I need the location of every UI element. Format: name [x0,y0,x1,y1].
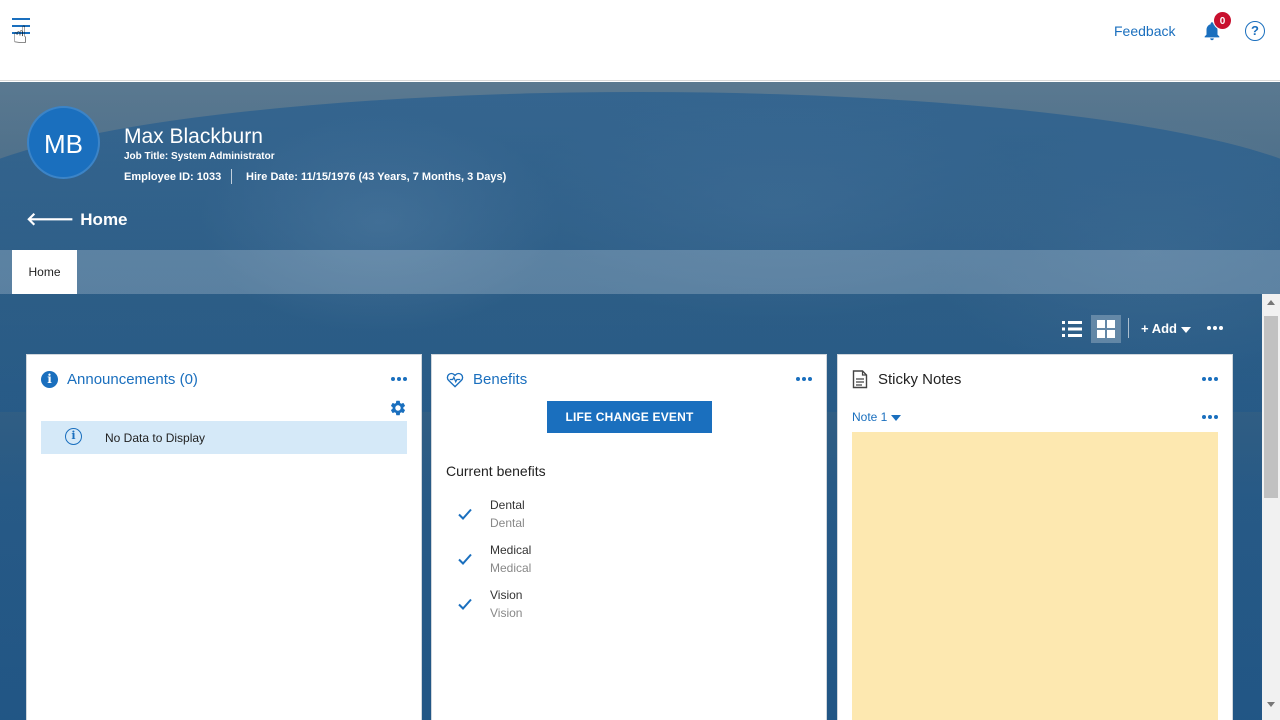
benefit-item: Vision Vision [446,588,746,628]
add-widget-button[interactable]: + Add [1141,321,1191,336]
chevron-down-icon [1181,326,1191,333]
card-more-options-icon[interactable] [796,377,812,381]
info-icon: i [41,371,58,388]
sticky-notes-card: Sticky Notes Note 1 [837,354,1233,720]
life-change-event-button[interactable]: LIFE CHANGE EVENT [547,401,712,433]
empty-state-banner: i No Data to Display [41,421,407,454]
benefits-card: Benefits LIFE CHANGE EVENT Current benef… [431,354,827,720]
employee-id: Employee ID: 1033 [124,171,222,183]
note-selector-label: Note 1 [852,410,888,424]
card-more-options-icon[interactable] [1202,377,1218,381]
tab-home[interactable]: Home [12,250,77,294]
scroll-up-arrow-icon[interactable] [1267,300,1275,305]
back-to-home-link[interactable]: 🡐 Home [26,209,128,230]
employee-job-title: Job Title: System Administrator [124,151,275,162]
list-view-icon[interactable] [1061,318,1083,340]
benefit-name: Vision [490,588,523,602]
heart-pulse-icon [446,372,464,388]
chevron-down-icon [891,414,902,421]
benefit-item: Dental Dental [446,498,746,538]
current-benefits-heading: Current benefits [446,463,546,479]
note-selector[interactable]: Note 1 [852,410,902,424]
pointer-hand-cursor-icon: ☝ [13,22,28,49]
top-bar: ☝ Feedback 0 ? [0,0,1280,81]
announcements-title[interactable]: Announcements (0) [67,371,198,388]
more-options-icon[interactable] [1207,326,1223,330]
toolbar-divider [1128,318,1129,338]
grid-view-button[interactable] [1091,315,1121,343]
add-label: + Add [1141,321,1177,336]
help-icon[interactable]: ? [1245,21,1265,41]
back-label: Home [80,210,128,229]
document-icon [852,370,868,389]
benefit-name: Dental [490,498,525,512]
sticky-note-textarea[interactable] [852,432,1218,720]
info-icon: i [65,428,82,445]
empty-state-message: No Data to Display [105,431,206,445]
page-scrollbar[interactable] [1262,294,1280,720]
benefit-plan: Vision [490,606,523,620]
scrollbar-thumb[interactable] [1264,316,1278,498]
benefit-plan: Medical [490,561,532,575]
meta-divider [231,169,232,184]
checkmark-icon [458,553,472,565]
card-more-options-icon[interactable] [391,377,407,381]
note-more-options-icon[interactable] [1202,415,1218,419]
checkmark-icon [458,508,472,520]
feedback-link[interactable]: Feedback [1114,23,1175,39]
benefit-name: Medical [490,543,532,557]
checkmark-icon [458,598,472,610]
benefit-item: Medical Medical [446,543,746,583]
tab-strip [0,250,1280,294]
sticky-notes-title: Sticky Notes [878,371,962,388]
gear-icon[interactable] [389,399,407,417]
back-arrow-icon: 🡐 [26,209,75,229]
scroll-down-arrow-icon[interactable] [1267,702,1275,707]
announcements-card: i Announcements (0) i No Data to Display [26,354,422,720]
avatar: MB [27,106,100,179]
employee-hire-date: Hire Date: 11/15/1976 (43 Years, 7 Month… [246,171,507,183]
benefits-title[interactable]: Benefits [473,371,527,388]
grid-view-icon [1097,320,1115,338]
employee-name: Max Blackburn [124,125,263,148]
benefit-plan: Dental [490,516,525,530]
notification-count-badge: 0 [1213,11,1232,30]
